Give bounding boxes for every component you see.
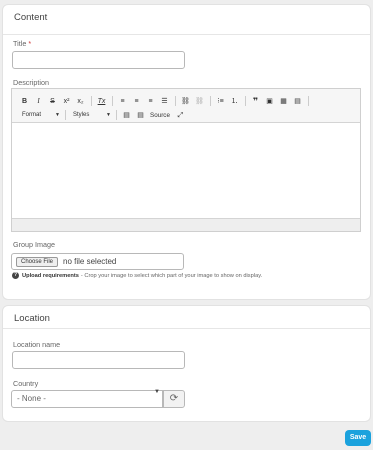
align-right-icon[interactable]: ≡	[144, 95, 157, 108]
align-left-icon[interactable]: ≡	[116, 95, 129, 108]
horizontal-rule-icon[interactable]: ▤	[291, 95, 304, 108]
editor-status-bar	[12, 218, 360, 231]
toolbar-separator	[308, 96, 309, 106]
superscript-button[interactable]: x²	[60, 95, 73, 108]
country-label: Country	[13, 379, 39, 388]
blockquote-icon[interactable]: ❞	[249, 95, 262, 108]
chevron-down-icon: ▼	[154, 389, 160, 395]
image-icon[interactable]: ▣	[263, 95, 276, 108]
unlink-icon[interactable]: ⛓	[193, 95, 206, 108]
bold-button[interactable]: B	[18, 95, 31, 108]
numbered-list-icon[interactable]: ⒈	[228, 95, 241, 108]
content-panel-heading: Content	[3, 5, 370, 35]
strikethrough-button[interactable]: S	[46, 95, 59, 108]
group-image-file-input[interactable]: Choose File no file selected	[11, 253, 184, 270]
bulleted-list-icon[interactable]: ⁝≡	[214, 95, 227, 108]
document-icon[interactable]: ▤	[120, 109, 133, 122]
toolbar-separator	[175, 96, 176, 106]
editor-toolbar: B I S x² x₂ Tx ≡ ≡ ≡ ☰ ⛓ ⛓ ⁝≡ ⒈ ❞ ▣ ▦ ▤	[12, 89, 360, 123]
upload-help-text: ? Upload requirements - Crop your image …	[12, 272, 262, 279]
refresh-icon: ⟳	[169, 393, 179, 404]
source-icon[interactable]: ▤	[134, 109, 147, 122]
location-name-input[interactable]	[12, 351, 185, 369]
description-label: Description	[13, 78, 49, 87]
toolbar-separator	[116, 110, 117, 120]
description-editor[interactable]: B I S x² x₂ Tx ≡ ≡ ≡ ☰ ⛓ ⛓ ⁝≡ ⒈ ❞ ▣ ▦ ▤	[11, 88, 361, 232]
format-dropdown[interactable]: Format ▼	[18, 109, 62, 121]
chevron-down-icon: ▼	[106, 112, 111, 118]
no-file-text: no file selected	[63, 257, 117, 266]
group-image-label: Group Image	[13, 240, 55, 249]
location-name-label: Location name	[13, 340, 61, 349]
chevron-down-icon: ▼	[55, 112, 60, 118]
refresh-button[interactable]: ⟳	[163, 390, 185, 408]
country-select[interactable]: - None -	[11, 390, 163, 408]
align-center-icon[interactable]: ≡	[130, 95, 143, 108]
styles-dropdown[interactable]: Styles ▼	[69, 109, 113, 121]
table-icon[interactable]: ▦	[277, 95, 290, 108]
subscript-button[interactable]: x₂	[74, 95, 87, 108]
location-panel-heading: Location	[3, 306, 370, 329]
link-icon[interactable]: ⛓	[179, 95, 192, 108]
editor-content-area[interactable]	[12, 123, 360, 218]
question-icon: ?	[12, 272, 19, 279]
remove-format-button[interactable]: Tx	[95, 95, 108, 108]
italic-button[interactable]: I	[32, 95, 45, 108]
upload-requirements-link[interactable]: Upload requirements	[22, 273, 79, 279]
toolbar-separator	[112, 96, 113, 106]
required-mark: *	[28, 39, 32, 48]
toolbar-separator	[245, 96, 246, 106]
choose-file-button[interactable]: Choose File	[16, 256, 59, 267]
toolbar-separator	[91, 96, 92, 106]
title-label: Title *	[13, 39, 32, 48]
maximize-icon[interactable]: ⤢	[174, 109, 187, 122]
source-button[interactable]: Source	[150, 112, 170, 119]
align-justify-icon[interactable]: ☰	[158, 95, 171, 108]
upload-help-description: - Crop your image to select which part o…	[80, 272, 263, 279]
toolbar-separator	[65, 110, 66, 120]
save-button[interactable]: Save	[345, 430, 371, 446]
toolbar-separator	[210, 96, 211, 106]
title-input[interactable]	[12, 51, 185, 69]
